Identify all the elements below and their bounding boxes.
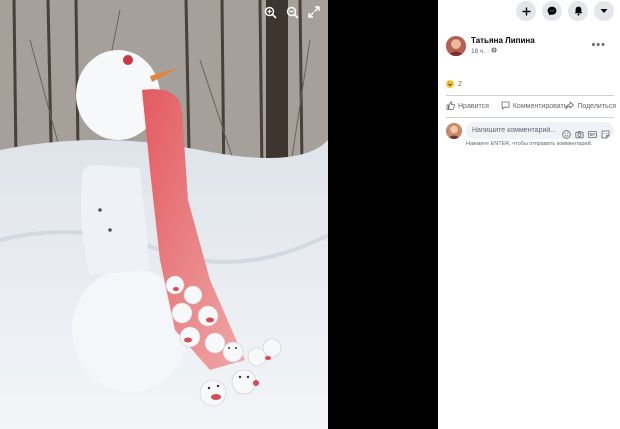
camera-icon[interactable] [575, 126, 584, 139]
author-avatar[interactable] [446, 36, 466, 56]
share-button[interactable]: Поделиться [565, 99, 616, 113]
post-time[interactable]: 18 ч. [471, 48, 485, 55]
snowman-photo-illustration [0, 0, 328, 429]
divider [446, 117, 614, 118]
like-button[interactable]: Нравится [446, 99, 489, 113]
comment-box[interactable] [466, 122, 614, 139]
post-header: Татьяна Липина 18 ч. · ••• [446, 36, 614, 58]
comment-hint: Нажмите ENTER, чтобы отправить комментар… [466, 141, 593, 147]
comment-button[interactable]: Комментировать [501, 99, 568, 113]
thumbs-up-icon [446, 100, 455, 112]
notifications-icon[interactable] [568, 1, 588, 21]
divider [446, 95, 614, 96]
post-photo[interactable] [0, 0, 328, 429]
globe-icon [491, 47, 498, 55]
more-options-icon[interactable]: ••• [591, 39, 606, 51]
sticker-icon[interactable] [601, 126, 610, 139]
author-name[interactable]: Татьяна Липина [471, 36, 535, 45]
gif-icon[interactable] [588, 126, 597, 138]
reaction-summary[interactable]: 2 [446, 80, 462, 88]
share-label: Поделиться [577, 102, 616, 110]
zoom-in-icon[interactable] [262, 4, 278, 20]
post-actions: Нравится Комментировать Поделиться [446, 99, 616, 113]
post-side-panel: Татьяна Липина 18 ч. · ••• 2 Нравится Ко… [438, 0, 620, 429]
haha-emoji-icon [446, 80, 454, 88]
comment-input[interactable] [472, 122, 558, 139]
photo-viewer [0, 0, 438, 429]
like-label: Нравится [458, 102, 489, 110]
reaction-count: 2 [458, 80, 462, 88]
share-icon [565, 100, 575, 112]
account-menu-icon[interactable] [594, 1, 614, 21]
zoom-out-icon[interactable] [284, 4, 300, 20]
post-meta: 18 ч. · [471, 47, 498, 55]
emoji-icon[interactable] [562, 126, 571, 139]
plus-icon[interactable] [516, 1, 536, 21]
messenger-icon[interactable] [542, 1, 562, 21]
comment-composer [446, 122, 614, 140]
fullscreen-icon[interactable] [306, 4, 322, 20]
comment-label: Комментировать [512, 102, 568, 110]
comment-icon [501, 101, 510, 112]
current-user-avatar[interactable] [446, 123, 462, 139]
